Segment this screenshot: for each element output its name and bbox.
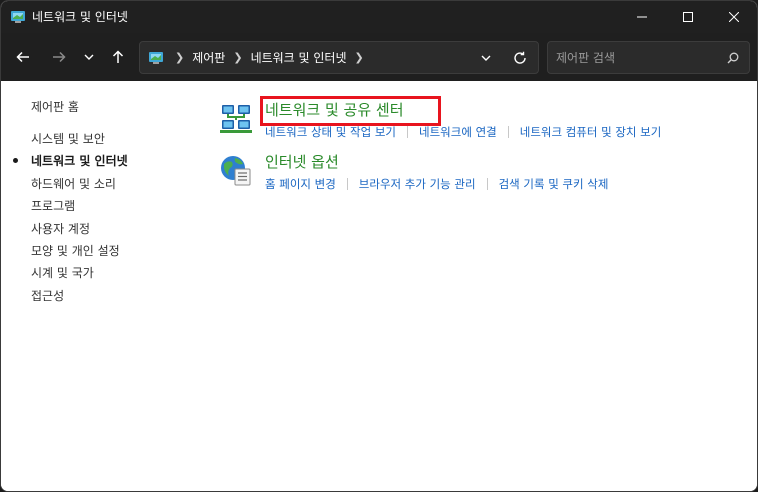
link-divider [486,178,488,190]
sidebar-item-accessibility[interactable]: 접근성 [1,288,128,310]
breadcrumb: ❯ 제어판 ❯ 네트워크 및 인터넷 ❯ [171,42,372,73]
sidebar-item-user-accounts[interactable]: 사용자 계정 [1,221,128,243]
sidebar-item-programs[interactable]: 프로그램 [1,198,128,220]
close-button[interactable] [711,1,757,33]
address-bar[interactable]: ❯ 제어판 ❯ 네트워크 및 인터넷 ❯ [139,41,539,74]
active-bullet-icon [13,158,18,164]
breadcrumb-network-internet[interactable]: 네트워크 및 인터넷 [251,49,347,66]
network-task-links: 네트워크 상태 및 작업 보기 네트워크에 연결 네트워크 컴퓨터 및 장치 보… [265,124,661,140]
chevron-down-icon [481,55,491,61]
content-area: 제어판 홈 시스템 및 보안 네트워크 및 인터넷 하드웨어 및 소리 프로그램… [1,81,757,491]
network-sharing-center-link[interactable]: 네트워크 및 공유 센터 [265,99,404,121]
manage-addons-link[interactable]: 브라우저 추가 기능 관리 [359,176,476,192]
minimize-button[interactable] [619,1,665,33]
sidebar-item-label: 접근성 [31,288,65,303]
sidebar-item-label: 사용자 계정 [31,221,91,236]
sidebar-item-label: 시스템 및 보안 [31,132,105,146]
window-title: 네트워크 및 인터넷 [32,10,128,24]
breadcrumb-control-panel[interactable]: 제어판 [192,49,225,66]
link-divider [346,178,348,190]
network-computers-icon [220,105,252,133]
delete-history-cookies-link[interactable]: 검색 기록 및 쿠키 삭제 [499,176,609,192]
internet-globe-icon [221,156,251,186]
search-box[interactable] [547,41,750,74]
close-icon [729,12,739,22]
refresh-icon [514,51,526,64]
search-icon[interactable] [724,49,742,67]
internet-options-link[interactable]: 인터넷 옵션 [265,151,339,173]
sidebar-item-appearance[interactable]: 모양 및 개인 설정 [1,243,128,265]
internet-task-links: 홈 페이지 변경 브라우저 추가 기능 관리 검색 기록 및 쿠키 삭제 [265,176,608,192]
sidebar-item-label: 하드웨어 및 소리 [31,176,116,191]
navigation-bar: ❯ 제어판 ❯ 네트워크 및 인터넷 ❯ [1,33,757,81]
search-input[interactable] [556,42,716,73]
chevron-down-icon [84,54,94,60]
title-bar: 네트워크 및 인터넷 [1,1,757,33]
link-divider [407,126,409,138]
refresh-button[interactable] [506,44,534,72]
breadcrumb-chevron-icon[interactable]: ❯ [355,51,364,64]
arrow-left-icon [16,51,29,63]
address-dropdown-button[interactable] [472,44,500,72]
sidebar-item-label: 시계 및 국가 [31,266,94,281]
up-button[interactable] [104,43,132,71]
sidebar-item-label: 프로그램 [31,199,76,214]
sidebar-item-hardware-sound[interactable]: 하드웨어 및 소리 [1,176,128,198]
sidebar-list: 시스템 및 보안 네트워크 및 인터넷 하드웨어 및 소리 프로그램 사용자 계… [1,131,128,310]
breadcrumb-chevron-icon[interactable]: ❯ [233,51,242,64]
control-panel-window: 네트워크 및 인터넷 ❯ 제어판 ❯ 네트워크 및 인터넷 ❯ 제어판 검색 제… [0,0,758,492]
sidebar-item-clock-region[interactable]: 시계 및 국가 [1,265,128,287]
control-panel-icon [11,11,25,23]
arrow-up-icon [112,50,124,63]
sidebar-home-link[interactable]: 제어판 홈 [31,98,79,115]
sidebar-item-label: 네트워크 및 인터넷 [31,154,128,169]
arrow-right-icon [53,51,66,63]
sidebar-item-network-internet[interactable]: 네트워크 및 인터넷 [1,153,128,175]
view-network-devices-link[interactable]: 네트워크 컴퓨터 및 장치 보기 [520,124,662,140]
recent-locations-button[interactable] [75,43,103,71]
view-network-status-link[interactable]: 네트워크 상태 및 작업 보기 [265,124,396,140]
maximize-icon [683,12,693,22]
sidebar-item-system-security[interactable]: 시스템 및 보안 [1,131,128,153]
breadcrumb-chevron-icon[interactable]: ❯ [175,51,184,64]
minimize-icon [637,16,647,18]
back-button[interactable] [9,43,37,71]
change-home-page-link[interactable]: 홈 페이지 변경 [265,176,336,192]
link-divider [507,126,509,138]
connect-to-network-link[interactable]: 네트워크에 연결 [419,124,497,140]
sidebar-item-label: 모양 및 개인 설정 [31,243,120,258]
forward-button[interactable] [45,43,73,71]
maximize-button[interactable] [665,1,711,33]
control-panel-icon [149,52,163,64]
